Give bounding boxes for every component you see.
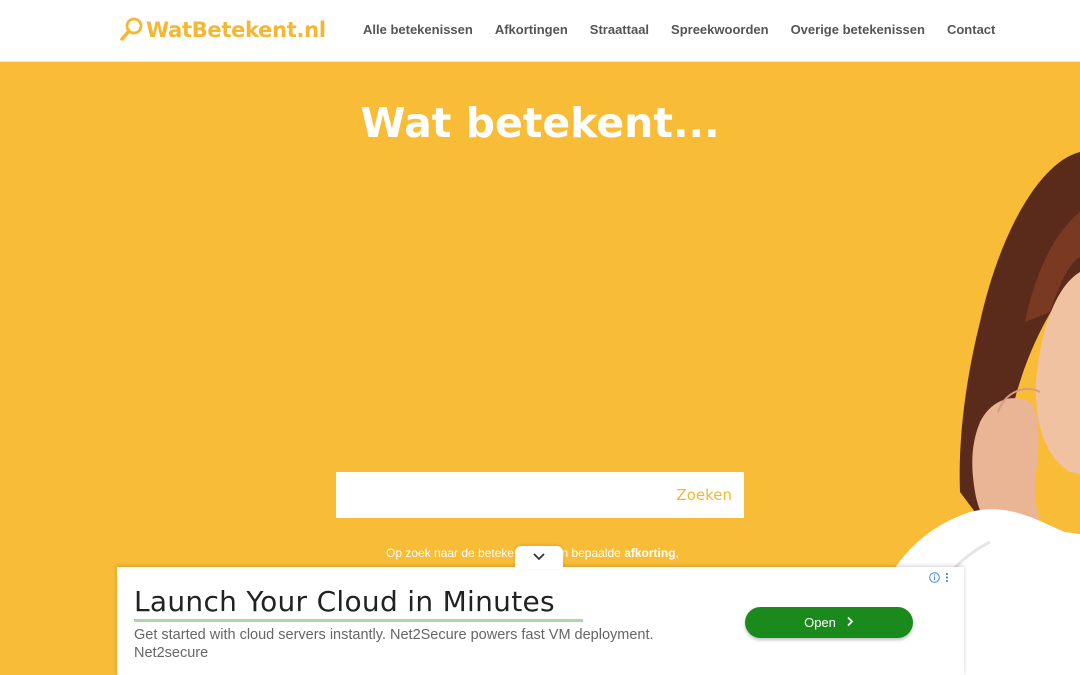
search-input[interactable] [336, 472, 656, 518]
ad-banner[interactable]: Launch Your Cloud in Minutes Get started… [117, 567, 964, 675]
search-form: Zoeken [336, 472, 744, 518]
search-button[interactable]: Zoeken [676, 472, 732, 518]
ad-headline[interactable]: Launch Your Cloud in Minutes [134, 585, 555, 618]
nav-item-spreekwoorden[interactable]: Spreekwoorden [671, 22, 769, 37]
ad-open-label: Open [804, 615, 836, 630]
chevron-down-icon [532, 549, 546, 567]
ad-open-button[interactable]: Open [745, 607, 913, 638]
nav-item-straattaal[interactable]: Straattaal [590, 22, 649, 37]
nav-item-contact[interactable]: Contact [947, 22, 995, 37]
hint-link-afkorting[interactable]: afkorting [624, 546, 675, 560]
ad-description: Get started with cloud servers instantly… [134, 626, 714, 662]
more-vertical-icon[interactable] [945, 572, 949, 586]
ad-advertiser: Net2secure [134, 645, 209, 661]
nav-item-alle-betekenissen[interactable]: Alle betekenissen [363, 22, 473, 37]
ad-collapse-button[interactable] [515, 546, 563, 569]
info-icon[interactable] [929, 572, 940, 586]
logo-text: WatBetekent.nl [146, 18, 326, 42]
site-logo[interactable]: WatBetekent.nl [119, 16, 326, 44]
ad-info [929, 572, 949, 586]
hint-suffix: , [675, 546, 679, 560]
nav-item-overige-betekenissen[interactable]: Overige betekenissen [791, 22, 925, 37]
site-header: WatBetekent.nl Alle betekenissen Afkorti… [0, 0, 1080, 62]
main-nav: Alle betekenissen Afkortingen Straattaal… [363, 22, 995, 37]
nav-item-afkortingen[interactable]: Afkortingen [495, 22, 568, 37]
ad-description-text: Get started with cloud servers instantly… [134, 627, 654, 643]
magnifier-icon [119, 16, 145, 44]
chevron-right-icon [846, 615, 854, 630]
hint-prefix: Op zoek naar de beteke [386, 546, 515, 560]
ad-headline-underline [134, 619, 583, 622]
